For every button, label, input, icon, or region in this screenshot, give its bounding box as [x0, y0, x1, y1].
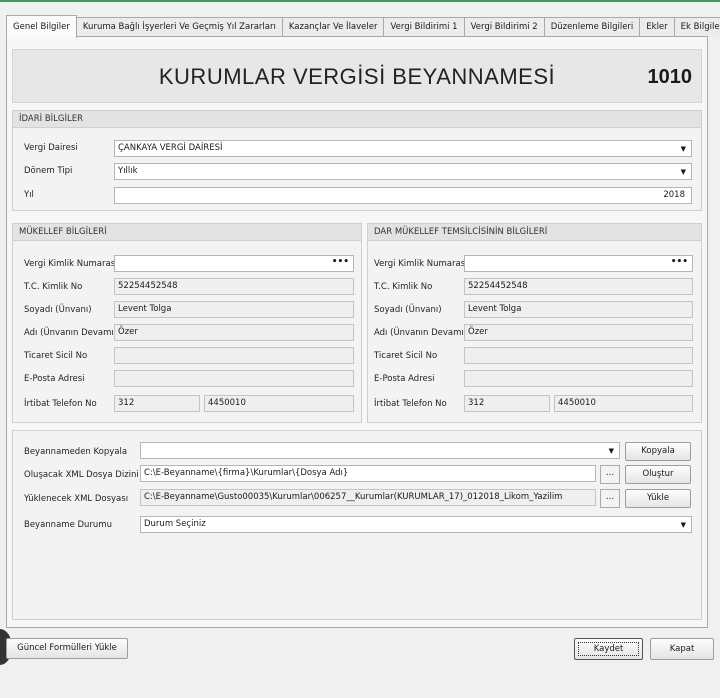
donem-tipi-select[interactable]: Yıllık ▼: [114, 163, 692, 180]
mukellef-eposta-field: [114, 370, 354, 387]
page-title: KURUMLAR VERGİSİ BEYANNAMESİ: [158, 64, 556, 89]
olustur-path-input[interactable]: C:\E-Beyanname\{firma}\Kurumlar\{Dosya A…: [140, 465, 596, 482]
mukellef-tel-label: İrtibat Telefon No: [24, 399, 97, 409]
temsilci-tel-area-field: 312: [464, 395, 550, 412]
guncel-formulleri-yukle-button[interactable]: Güncel Formülleri Yükle: [6, 638, 128, 659]
mukellef-tc-label: T.C. Kimlik No: [24, 282, 83, 292]
temsilci-ticaret-label: Ticaret Sicil No: [374, 351, 438, 361]
yukle-label: Yüklenecek XML Dosyası: [24, 494, 129, 504]
mukellef-ticaret-field: [114, 347, 354, 364]
tab-kuruma-bagli-isyerleri[interactable]: Kuruma Bağlı İşyerleri Ve Geçmiş Yıl Zar…: [75, 17, 283, 37]
tab-vergi-bildirimi-1[interactable]: Vergi Bildirimi 1: [383, 17, 465, 37]
tab-ek-bilgiler[interactable]: Ek Bilgiler: [673, 17, 720, 37]
yukle-browse-button[interactable]: ...: [600, 489, 620, 508]
donem-tipi-value: Yıllık: [118, 166, 138, 176]
mukellef-ticaret-label: Ticaret Sicil No: [24, 351, 88, 361]
kaydet-label: Kaydet: [593, 644, 624, 654]
temsilci-tel-number-field: 4450010: [554, 395, 693, 412]
kaydet-button[interactable]: Kaydet: [574, 638, 643, 660]
mukellef-vkn-input[interactable]: •••: [114, 255, 354, 272]
durum-select[interactable]: Durum Seçiniz ▼: [140, 516, 692, 533]
form-code: 1010: [647, 66, 693, 88]
temsilci-tel-label: İrtibat Telefon No: [374, 399, 447, 409]
temsilci-tc-label: T.C. Kimlik No: [374, 282, 433, 292]
durum-label: Beyanname Durumu: [24, 520, 112, 530]
tab-vergi-bildirimi-2[interactable]: Vergi Bildirimi 2: [463, 17, 545, 37]
form-title-bar: KURUMLAR VERGİSİ BEYANNAMESİ 1010: [12, 49, 702, 103]
tab-kazanclar-ve-ilaveler[interactable]: Kazançlar Ve İlaveler: [281, 17, 385, 37]
chevron-down-icon: ▼: [608, 447, 614, 455]
mukellef-vkn-label: Vergi Kimlik Numarası: [24, 259, 118, 269]
temsilci-vkn-input[interactable]: •••: [464, 255, 693, 272]
temsilci-eposta-label: E-Posta Adresi: [374, 374, 435, 384]
chevron-down-icon: ▼: [680, 145, 686, 153]
mukellef-tel-area-field: 312: [114, 395, 200, 412]
mukellef-adi-label: Adı (Ünvanın Devamı): [24, 328, 118, 338]
window-top-accent: [0, 0, 720, 2]
tab-duzenleme-bilgileri[interactable]: Düzenleme Bilgileri: [543, 17, 641, 37]
mukellef-soyadi-field: Levent Tolga: [114, 301, 354, 318]
kapat-button[interactable]: Kapat: [650, 638, 714, 660]
olustur-browse-button[interactable]: ...: [600, 465, 620, 484]
temsilci-vkn-label: Vergi Kimlik Numarası: [374, 259, 468, 269]
mukellef-tel-number-field: 4450010: [204, 395, 354, 412]
yukle-button[interactable]: Yükle: [625, 489, 691, 508]
temsilci-bilgileri-group: DAR MÜKELLEF TEMSİLCİSİNİN BİLGİLERİ: [367, 223, 702, 423]
ellipsis-icon[interactable]: •••: [332, 256, 349, 269]
temsilci-bilgileri-heading: DAR MÜKELLEF TEMSİLCİSİNİN BİLGİLERİ: [368, 224, 701, 241]
chevron-down-icon: ▼: [680, 521, 686, 529]
kopyala-button[interactable]: Kopyala: [625, 442, 691, 461]
idari-bilgiler-heading: İDARİ BİLGİLER: [13, 111, 701, 128]
temsilci-adi-field: Özer: [464, 324, 693, 341]
mukellef-bilgileri-heading: MÜKELLEF BİLGİLERİ: [13, 224, 361, 241]
tab-genel-bilgiler[interactable]: Genel Bilgiler: [6, 15, 77, 38]
vergi-dairesi-value: ÇANKAYA VERGİ DAİRESİ: [118, 143, 223, 153]
durum-value: Durum Seçiniz: [144, 519, 206, 529]
mukellef-adi-field: Özer: [114, 324, 354, 341]
vergi-dairesi-label: Vergi Dairesi: [24, 143, 78, 153]
olustur-label: Oluşacak XML Dosya Dizini: [24, 470, 139, 480]
olustur-button[interactable]: Oluştur: [625, 465, 691, 484]
mukellef-tc-field: 52254452548: [114, 278, 354, 295]
kopyala-select[interactable]: ▼: [140, 442, 620, 459]
temsilci-ticaret-field: [464, 347, 693, 364]
donem-tipi-label: Dönem Tipi: [24, 166, 73, 176]
yil-label: Yıl: [24, 190, 34, 200]
chevron-down-icon: ▼: [680, 168, 686, 176]
tab-ekler[interactable]: Ekler: [639, 17, 675, 37]
mukellef-bilgileri-group: MÜKELLEF BİLGİLERİ: [12, 223, 362, 423]
yukle-path-input[interactable]: C:\E-Beyanname\Gusto00035\Kurumlar\00625…: [140, 489, 596, 506]
ellipsis-icon[interactable]: •••: [671, 256, 688, 269]
temsilci-adi-label: Adı (Ünvanın Devamı): [374, 328, 468, 338]
yil-input[interactable]: 2018: [114, 187, 692, 204]
kopyala-label: Beyannameden Kopyala: [24, 447, 128, 457]
temsilci-soyadi-field: Levent Tolga: [464, 301, 693, 318]
vergi-dairesi-select[interactable]: ÇANKAYA VERGİ DAİRESİ ▼: [114, 140, 692, 157]
mukellef-eposta-label: E-Posta Adresi: [24, 374, 85, 384]
temsilci-soyadi-label: Soyadı (Ünvanı): [374, 305, 442, 315]
temsilci-eposta-field: [464, 370, 693, 387]
temsilci-tc-field: 52254452548: [464, 278, 693, 295]
tab-bar: Genel Bilgiler Kuruma Bağlı İşyerleri Ve…: [6, 15, 720, 38]
mukellef-soyadi-label: Soyadı (Ünvanı): [24, 305, 92, 315]
